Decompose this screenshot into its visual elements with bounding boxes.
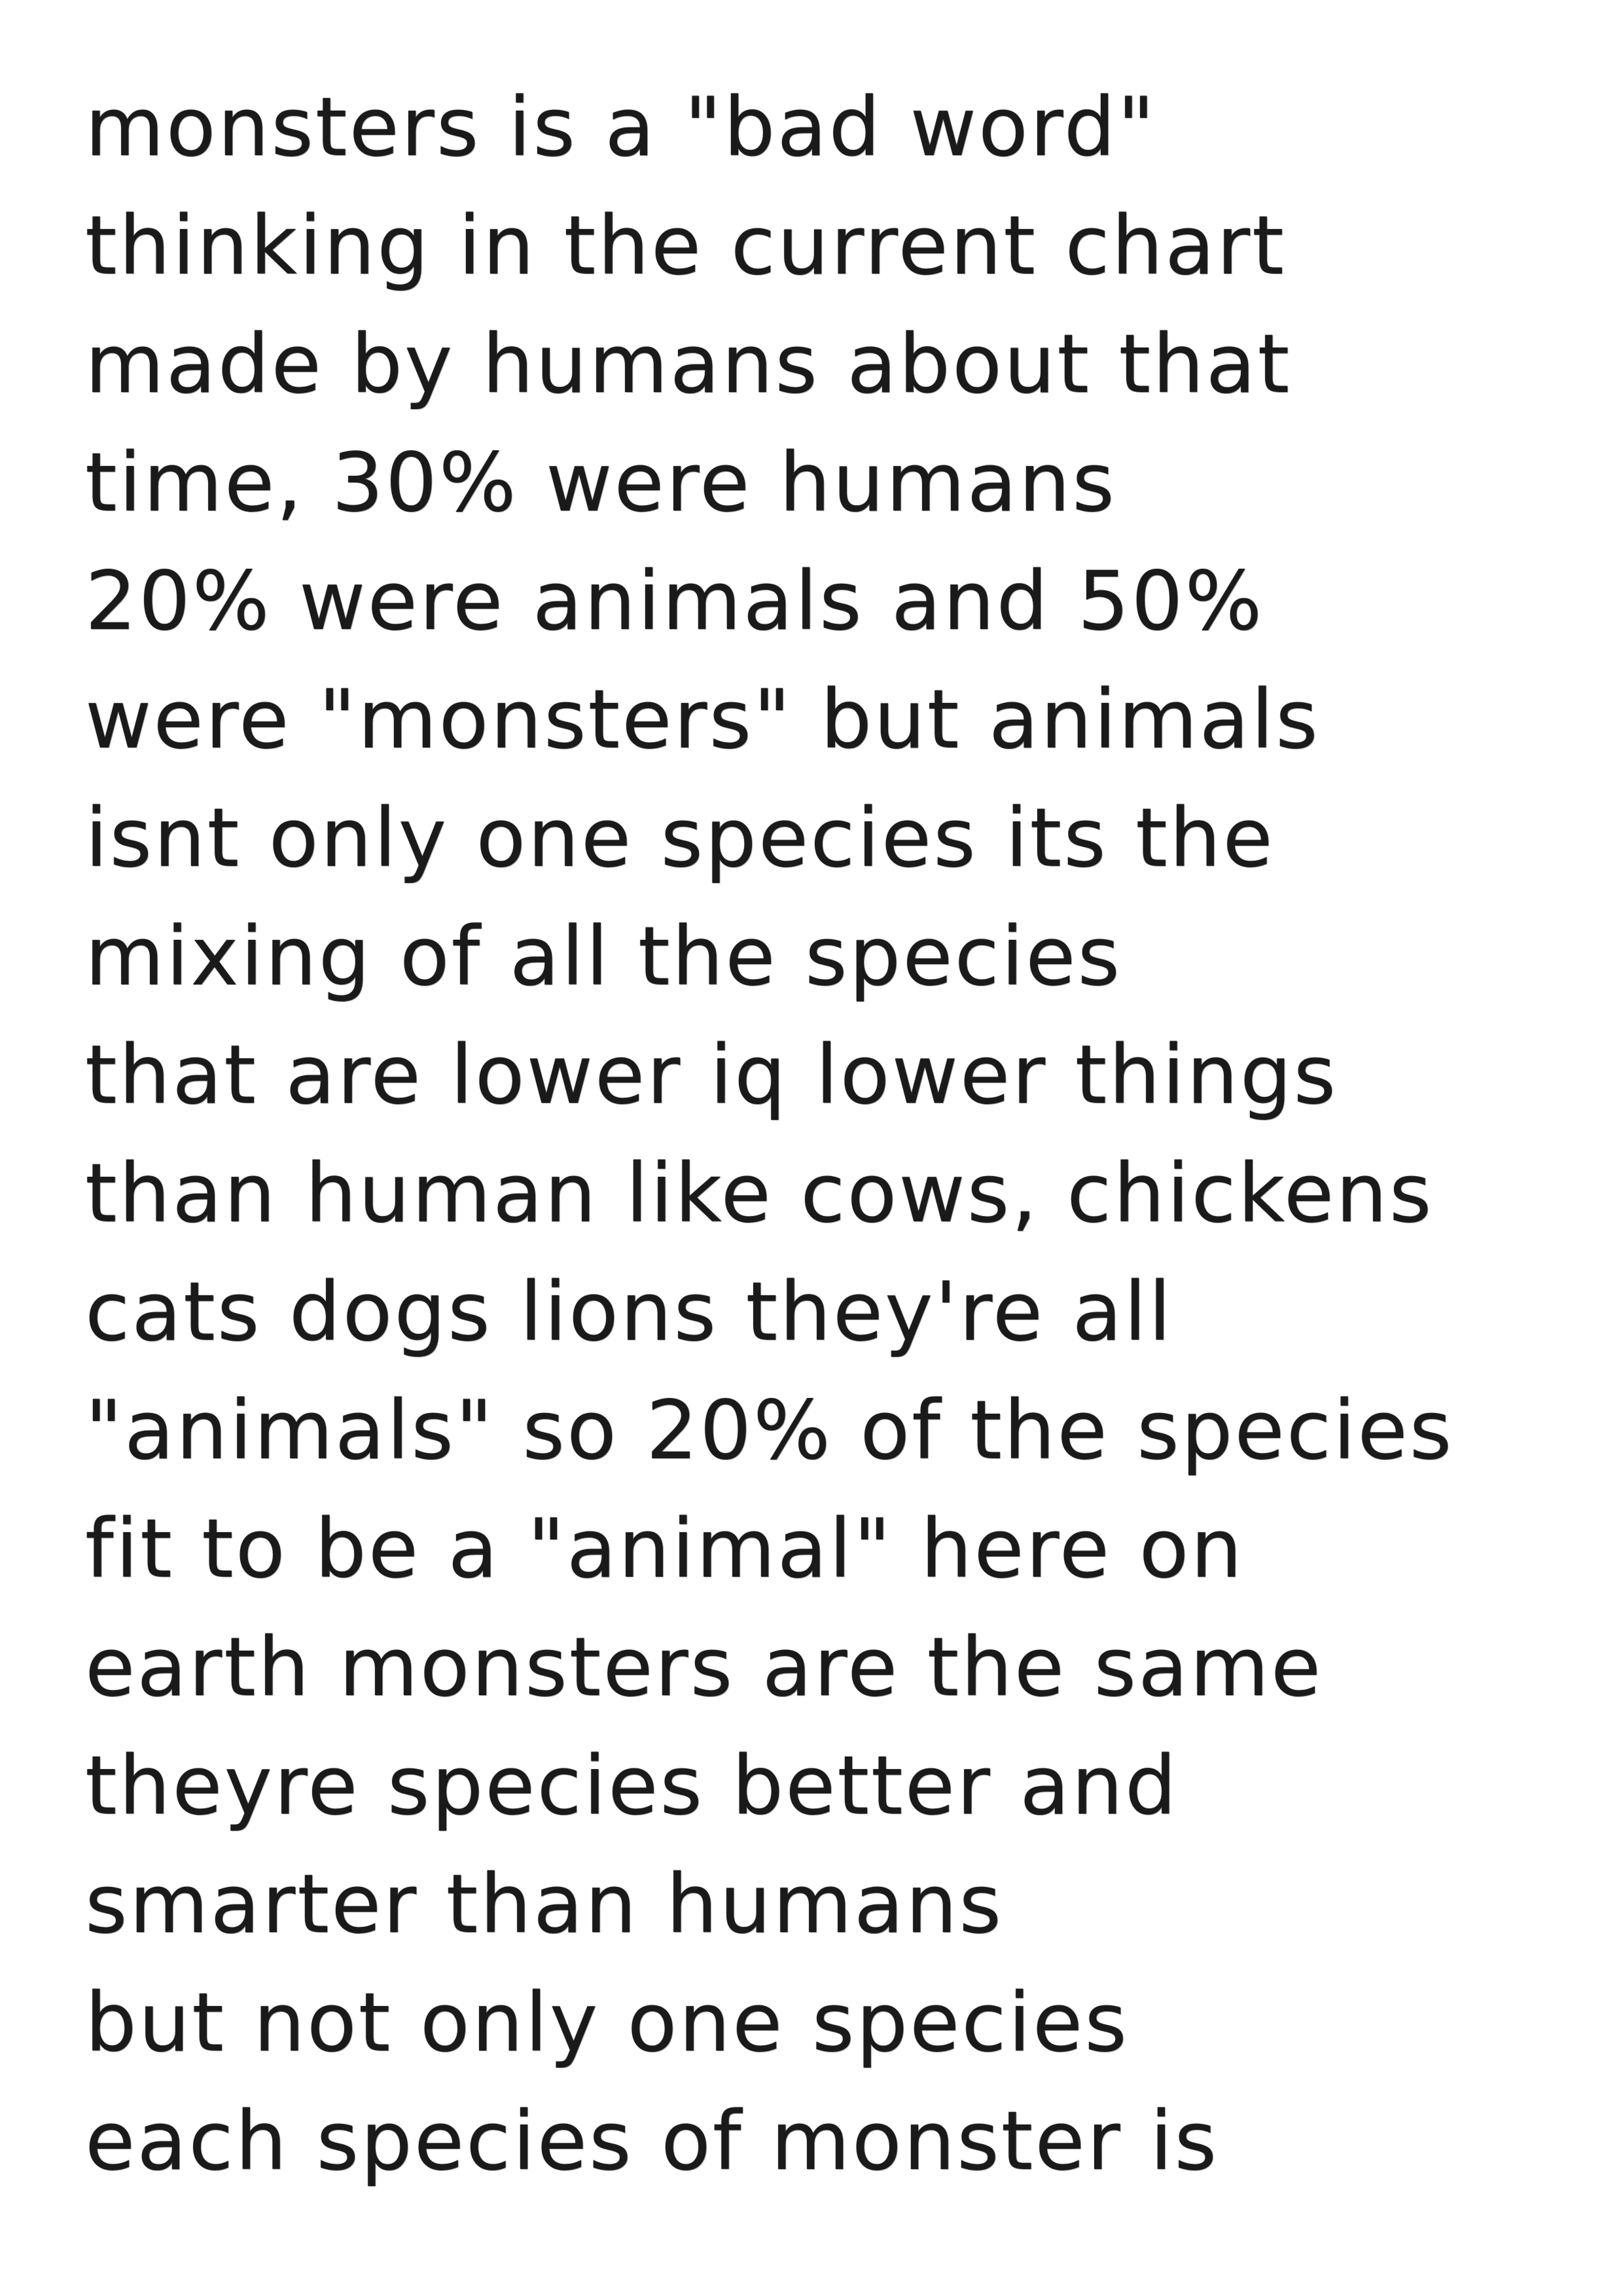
paper-page: monsters is a "bad word" thinking in the… — [0, 0, 1623, 2296]
text-line: that are lower iq lower things — [85, 1028, 1338, 1122]
text-line: each species of monster is — [85, 2094, 1219, 2189]
text-line: 20% were animals and 50% — [85, 554, 1264, 649]
text-line: cats dogs lions they're all — [85, 1265, 1173, 1359]
text-line: were "monsters" but animals — [85, 673, 1320, 767]
text-line: made by humans about that — [85, 317, 1292, 412]
text-line: earth monsters are the same — [85, 1621, 1323, 1715]
text-line: than human like cows, chickens — [85, 1147, 1434, 1241]
text-line: thinking in the current chart — [85, 199, 1286, 293]
text-line: but not only one species — [85, 1976, 1129, 2070]
text-line: fit to be a "animal" here on — [85, 1502, 1244, 1596]
text-line: "animals" so 20% of the species — [85, 1384, 1454, 1478]
text-line: smarter than humans — [85, 1857, 1004, 1952]
text-line: theyre species better and — [85, 1739, 1179, 1833]
text-line: isnt only one species its the — [85, 791, 1275, 886]
handwritten-text-block: monsters is a "bad word" thinking in the… — [85, 69, 1551, 2201]
text-line: time, 30% were humans — [85, 436, 1116, 530]
text-line: monsters is a "bad word" — [85, 81, 1157, 175]
text-line: mixing of all the species — [85, 910, 1122, 1004]
